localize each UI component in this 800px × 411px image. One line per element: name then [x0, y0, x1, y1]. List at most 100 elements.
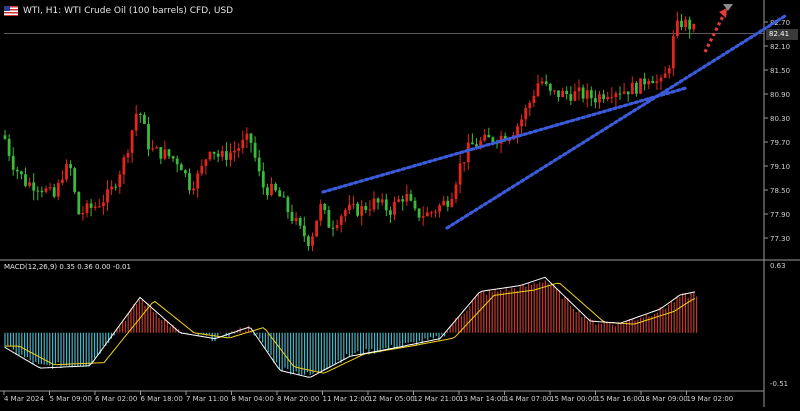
- candle-body: [540, 81, 544, 84]
- candle-body: [454, 184, 458, 199]
- candle-body: [196, 173, 200, 189]
- candle-body: [245, 133, 249, 140]
- candle-body: [307, 236, 310, 246]
- candle-body: [114, 186, 118, 188]
- candle-body: [212, 151, 216, 154]
- candle-body: [171, 156, 175, 159]
- candle-body: [315, 220, 318, 237]
- candle-body: [200, 165, 204, 174]
- support-trendline[interactable]: [445, 14, 787, 230]
- price-label: 82.10: [770, 43, 790, 51]
- candle-body: [684, 19, 687, 28]
- candle-body: [577, 87, 581, 92]
- candle-body: [528, 102, 532, 109]
- candle-body: [327, 209, 331, 228]
- time-label: 14 Mar 07:00: [505, 395, 552, 403]
- candle-body: [294, 218, 298, 221]
- candle-body: [81, 212, 85, 215]
- candle-body: [106, 189, 109, 203]
- candle-body: [302, 225, 306, 237]
- candle-body: [147, 123, 150, 150]
- channel-trendline[interactable]: [321, 86, 688, 194]
- candle-body: [319, 204, 323, 221]
- candle-body: [85, 203, 89, 213]
- candle-body: [175, 158, 179, 165]
- price-label: 80.30: [770, 115, 790, 123]
- candle-body: [339, 216, 343, 226]
- candle-body: [532, 96, 536, 103]
- candle-body: [44, 188, 48, 192]
- candle-body: [15, 169, 19, 172]
- candle-body: [639, 78, 642, 94]
- candle-body: [442, 200, 446, 206]
- candle-body: [233, 150, 236, 153]
- candle-body: [216, 153, 220, 157]
- candle-body: [680, 20, 683, 28]
- candle-body: [434, 211, 437, 213]
- time-label: 11 Mar 12:00: [323, 395, 370, 403]
- candle-body: [520, 119, 523, 127]
- candle-body: [360, 205, 364, 216]
- time-label: 8 Mar 20:00: [277, 395, 319, 403]
- candle-body: [438, 205, 441, 212]
- price-label: 78.50: [770, 187, 790, 195]
- candle-body: [253, 142, 257, 158]
- price-label: 80.90: [770, 91, 790, 99]
- chart-canvas[interactable]: 82.7082.1081.5080.9080.3079.7079.1078.50…: [0, 0, 800, 407]
- candle-body: [618, 93, 622, 95]
- candle-body: [126, 152, 130, 158]
- candle-body: [364, 205, 368, 211]
- candle-body: [647, 80, 651, 85]
- candle-body: [380, 199, 384, 203]
- candle-body: [118, 174, 122, 187]
- candle-body: [282, 196, 286, 198]
- candle-body: [28, 182, 31, 186]
- candle-body: [466, 142, 470, 163]
- candle-body: [581, 87, 585, 99]
- candle-body: [138, 113, 142, 115]
- macd-axis-label: -0.51: [770, 380, 788, 388]
- candle-body: [524, 108, 528, 120]
- candle-body: [372, 198, 376, 210]
- candle-body: [151, 148, 154, 150]
- candle-body: [594, 98, 597, 103]
- candle-body: [450, 198, 454, 207]
- price-label: 79.10: [770, 163, 790, 171]
- candle-body: [635, 82, 638, 94]
- candle-body: [417, 208, 421, 218]
- candle-body: [52, 187, 56, 197]
- candle-body: [3, 135, 7, 139]
- projection-arrow[interactable]: [703, 13, 726, 53]
- candle-body: [188, 173, 191, 191]
- price-label: 81.50: [770, 67, 790, 75]
- candle-body: [241, 139, 245, 149]
- candle-body: [110, 186, 113, 190]
- candle-body: [7, 138, 11, 156]
- us-flag-icon: [4, 6, 18, 16]
- candle-body: [569, 94, 573, 101]
- candle-body: [278, 190, 282, 197]
- candle-body: [36, 190, 40, 192]
- chart-title: WTI, H1: WTI Crude Oil (100 barrels) CFD…: [23, 6, 234, 16]
- candle-body: [553, 90, 556, 92]
- candle-body: [130, 130, 134, 153]
- candle-body: [692, 23, 696, 30]
- candle-body: [65, 164, 68, 180]
- candle-body: [368, 209, 372, 211]
- candle-body: [290, 212, 294, 221]
- chart-shift-icon[interactable]: [723, 4, 733, 11]
- price-label: 77.30: [770, 235, 790, 243]
- candle-body: [663, 73, 667, 78]
- candle-body: [389, 210, 392, 215]
- candle-body: [589, 90, 593, 99]
- candle-body: [548, 83, 552, 91]
- candle-body: [257, 157, 261, 172]
- candle-body: [384, 199, 388, 211]
- candle-body: [192, 188, 195, 191]
- candle-body: [159, 147, 163, 159]
- macd-main-line: [4, 276, 696, 378]
- candle-body: [651, 80, 655, 84]
- candle-body: [274, 183, 277, 191]
- candle-body: [11, 155, 15, 170]
- trading-chart[interactable]: 82.70 82.10 81.50 80.90 80.30 79.70 79.10 78.50…: [0, 0, 800, 407]
